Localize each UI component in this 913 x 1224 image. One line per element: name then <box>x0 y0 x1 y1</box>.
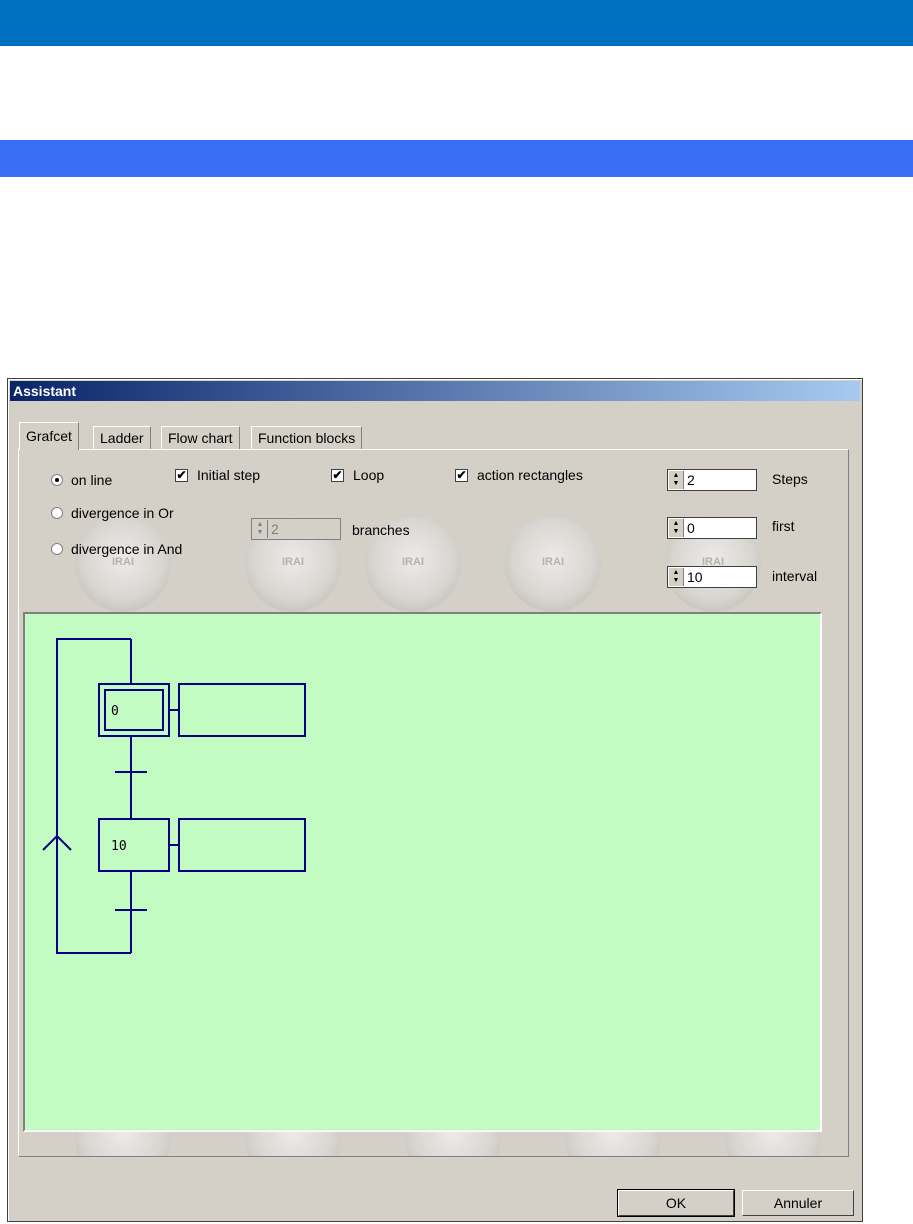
cancel-button[interactable]: Annuler <box>742 1190 854 1216</box>
step-box <box>98 818 170 872</box>
checkmark-icon: ✔ <box>331 467 344 482</box>
checkbox-label: Loop <box>353 467 385 483</box>
watermark-logo: IRAI <box>75 516 171 612</box>
checkmark-icon: ✔ <box>455 467 468 482</box>
action-rectangle <box>178 683 306 737</box>
radio-button-icon <box>51 543 63 555</box>
radio-button-icon <box>51 474 63 486</box>
first-label: first <box>772 518 795 534</box>
tab-function-blocks[interactable]: Function blocks <box>251 426 363 449</box>
radio-divergence-and[interactable]: divergence in And <box>51 541 182 557</box>
dialog-title: Assistant <box>10 381 860 401</box>
branches-spinner[interactable]: ▲ ▼ 2 <box>251 518 341 540</box>
grafcet-preview: 0 10 <box>23 612 822 1132</box>
step-box-initial <box>98 683 170 737</box>
top-banner <box>0 0 913 46</box>
radio-label: on line <box>71 472 113 488</box>
step-label: 10 <box>111 839 127 854</box>
first-value: 0 <box>687 520 695 536</box>
checkbox-label: action rectangles <box>477 467 583 483</box>
grafcet-diagram: 0 10 <box>42 638 306 954</box>
radio-label: divergence in Or <box>71 505 174 521</box>
checkbox-action-rectangles[interactable]: ✔ action rectangles <box>455 467 583 483</box>
spinner-arrows-icon[interactable]: ▲ ▼ <box>669 471 684 489</box>
action-rectangle <box>178 818 306 872</box>
radio-divergence-or[interactable]: divergence in Or <box>51 505 174 521</box>
steps-value: 2 <box>687 472 695 488</box>
checkbox-initial-step[interactable]: ✔ Initial step <box>175 467 260 483</box>
interval-label: interval <box>772 568 818 584</box>
loop-line <box>56 638 131 954</box>
tab-ladder[interactable]: Ladder <box>93 426 151 449</box>
radio-button-icon <box>51 507 63 519</box>
assistant-dialog: Assistant Grafcet Ladder Flow chart Func… <box>7 378 863 1222</box>
interval-value: 10 <box>687 569 703 585</box>
grafcet-panel: IRAI IRAI IRAI IRAI IRAI on line diverge… <box>18 449 849 1157</box>
checkbox-loop[interactable]: ✔ Loop <box>331 467 384 483</box>
step-label-initial: 0 <box>111 704 119 719</box>
checkbox-label: Initial step <box>197 467 261 483</box>
spinner-arrows-icon[interactable]: ▲ ▼ <box>669 568 684 586</box>
first-spinner[interactable]: ▲ ▼ 0 <box>667 517 757 539</box>
ok-button[interactable]: OK <box>617 1189 735 1217</box>
branches-label: branches <box>352 522 410 538</box>
radio-label: divergence in And <box>71 541 183 557</box>
tab-flow-chart[interactable]: Flow chart <box>161 426 240 449</box>
steps-label: Steps <box>772 471 808 487</box>
spinner-arrows-icon[interactable]: ▲ ▼ <box>253 520 268 538</box>
section-banner <box>0 140 913 177</box>
steps-spinner[interactable]: ▲ ▼ 2 <box>667 469 757 491</box>
tab-grafcet[interactable]: Grafcet <box>19 422 79 450</box>
radio-on-line[interactable]: on line <box>51 472 112 488</box>
checkmark-icon: ✔ <box>175 467 188 482</box>
interval-spinner[interactable]: ▲ ▼ 10 <box>667 566 757 588</box>
spinner-arrows-icon[interactable]: ▲ ▼ <box>669 519 684 537</box>
branches-value: 2 <box>271 521 279 537</box>
watermark-logo: IRAI <box>505 516 601 612</box>
